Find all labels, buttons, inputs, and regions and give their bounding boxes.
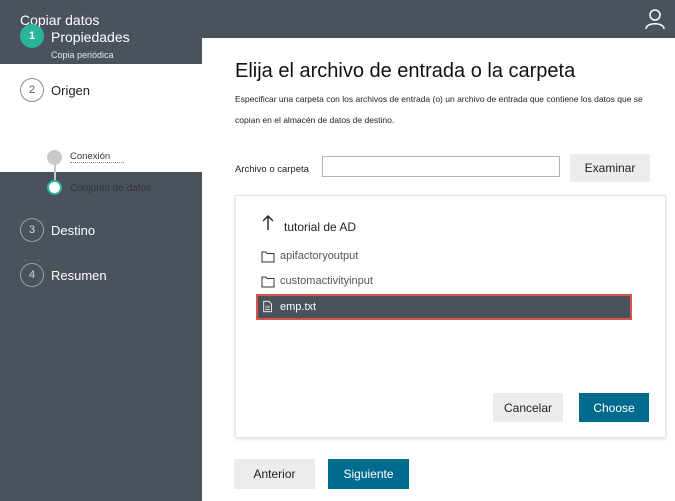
substep-1-label[interactable]: Conexión <box>70 151 110 162</box>
step-2-badge: 2 <box>20 78 44 102</box>
step-1-badge: 1 <box>20 24 44 48</box>
substep-connector <box>54 163 56 181</box>
step-3-badge: 3 <box>20 218 44 242</box>
step-3-label[interactable]: Destino <box>51 223 95 238</box>
folder-icon <box>261 251 275 263</box>
next-button[interactable]: Siguiente <box>328 459 409 489</box>
file-folder-label: Archivo o carpeta <box>235 164 309 175</box>
file-list-item[interactable]: apifactoryoutput <box>258 246 630 268</box>
file-list-item-selected[interactable]: emp.txt <box>256 294 632 320</box>
step-1-label[interactable]: Propiedades <box>51 29 130 45</box>
current-path: tutorial de AD <box>284 220 357 234</box>
file-list-item[interactable]: customactivityinput <box>258 271 630 293</box>
browse-button[interactable]: Examinar <box>570 154 650 182</box>
page-title: Elija el archivo de entrada o la carpeta <box>235 60 576 82</box>
cancel-button[interactable]: Cancelar <box>493 393 563 422</box>
substep-1-underline <box>70 162 124 163</box>
choose-button[interactable]: Choose <box>579 393 649 422</box>
file-icon <box>263 300 272 313</box>
step-1-sublabel: Copia periódica <box>51 50 114 60</box>
step-2-label[interactable]: Origen <box>51 83 90 98</box>
folder-icon <box>261 276 275 288</box>
step-4-badge: 4 <box>20 263 44 287</box>
page-description: Especificar una carpeta con los archivos… <box>235 94 643 125</box>
substep-1-indicator <box>47 150 62 165</box>
file-list-item-name: customactivityinput <box>280 275 373 287</box>
substep-2-indicator <box>47 180 62 195</box>
substep-2-label[interactable]: Conjunto de datos <box>70 183 151 194</box>
user-icon[interactable] <box>644 8 666 30</box>
file-list-item-name: apifactoryoutput <box>280 250 359 262</box>
file-list-item-name: emp.txt <box>280 301 317 313</box>
file-folder-input[interactable] <box>322 156 560 177</box>
previous-button[interactable]: Anterior <box>234 459 315 489</box>
step-4-label[interactable]: Resumen <box>51 268 107 283</box>
up-arrow-icon[interactable] <box>262 215 274 231</box>
